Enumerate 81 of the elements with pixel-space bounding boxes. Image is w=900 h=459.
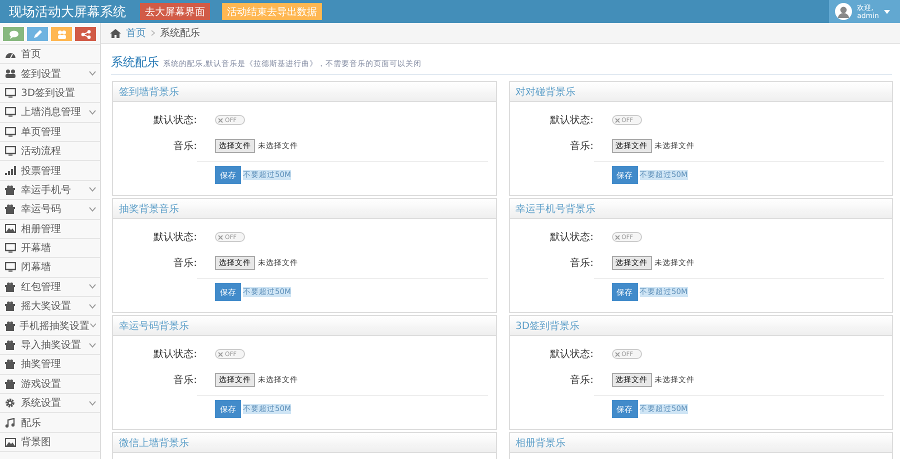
gift-icon <box>5 301 15 312</box>
sidebar-item[interactable]: 红包管理 <box>0 278 100 298</box>
gift-icon <box>5 340 15 350</box>
shortcut-button[interactable] <box>75 27 96 41</box>
sidebar-item[interactable]: 游戏设置 <box>0 374 100 394</box>
field-label: 音乐: <box>569 374 594 387</box>
sidebar-item[interactable]: 导入抽奖设置 <box>0 336 100 356</box>
monitor-icon <box>5 88 16 98</box>
image-icon <box>5 438 16 446</box>
gift-icon <box>5 184 15 195</box>
breadcrumb-current: 系统配乐 <box>160 26 200 40</box>
image-icon <box>5 224 16 234</box>
caret-icon <box>884 10 890 14</box>
sidebar-item[interactable]: 幸运手机号 <box>0 180 100 200</box>
close-icon <box>614 352 620 356</box>
sidebar-item[interactable]: 单页管理 <box>0 122 100 142</box>
home-icon <box>110 28 121 38</box>
sidebar-item[interactable]: 抽奖管理 <box>0 355 100 375</box>
pencil-icon <box>33 30 42 38</box>
gift-icon <box>5 204 15 214</box>
sidebar-item[interactable]: 签到设置 <box>0 64 100 84</box>
sidebar-item[interactable]: 幸运号码 <box>0 200 100 220</box>
sidebar-item[interactable]: 系统设置 <box>0 394 100 414</box>
field-label: 默认状态: <box>549 230 594 244</box>
close-icon <box>218 352 223 356</box>
page-title: 系统配乐 <box>111 54 159 71</box>
save-button[interactable]: 保存 <box>215 400 241 418</box>
chat-icon <box>8 30 18 38</box>
avatar-icon <box>835 3 852 20</box>
sidebar-item[interactable]: 手机摇抽奖设置 <box>0 316 100 336</box>
save-button[interactable]: 保存 <box>215 283 241 301</box>
sidebar-item[interactable]: 投票管理 <box>0 161 100 181</box>
shortcut-button[interactable] <box>3 27 24 41</box>
signal-bars-icon <box>5 166 16 176</box>
field-label: 默认状态: <box>549 114 594 127</box>
sidebar-item[interactable]: 摇大奖设置 <box>0 297 100 316</box>
header-button[interactable]: 去大屏幕界面 <box>140 3 210 20</box>
sidebar-item[interactable]: 开幕墙 <box>0 238 100 258</box>
shortcut-button[interactable] <box>51 27 72 41</box>
gift-icon <box>5 320 15 331</box>
save-button[interactable]: 保存 <box>612 400 638 418</box>
gift-icon <box>5 282 15 292</box>
sidebar-item[interactable]: 首页 <box>0 45 100 64</box>
save-button[interactable]: 保存 <box>215 166 241 184</box>
monitor-icon <box>5 146 16 156</box>
monitor-icon <box>5 126 16 137</box>
sidebar-item[interactable]: 3D签到设置 <box>0 84 100 104</box>
shortcut-button[interactable] <box>27 27 48 41</box>
field-label: 音乐: <box>172 374 197 387</box>
close-icon <box>614 118 620 122</box>
sidebar-item[interactable]: 闭幕墙 <box>0 258 100 278</box>
field-label: 音乐: <box>172 256 197 270</box>
field-label: 音乐: <box>569 140 594 153</box>
field-label: 默认状态: <box>549 348 594 361</box>
music-icon <box>5 418 15 428</box>
app-title: 现场活动大屏幕系统 <box>8 4 126 20</box>
field-label: 音乐: <box>569 256 594 270</box>
chevron-icon <box>151 30 155 36</box>
sidebar-item[interactable]: 活动流程 <box>0 142 100 162</box>
field-label: 默认状态: <box>152 230 197 244</box>
close-icon <box>218 234 223 240</box>
monitor-icon <box>5 243 16 254</box>
settings-icon <box>5 398 15 408</box>
gift-icon <box>5 359 15 370</box>
save-button[interactable]: 保存 <box>612 283 638 301</box>
save-button[interactable]: 保存 <box>612 166 638 184</box>
share-icon <box>80 30 90 38</box>
sidebar-item[interactable]: 上墙消息管理 <box>0 103 100 123</box>
monitor-icon <box>5 262 16 272</box>
close-icon <box>218 118 223 122</box>
sidebar-item[interactable]: 相册管理 <box>0 220 100 239</box>
users-icon <box>56 30 66 38</box>
sidebar-item[interactable]: 配乐 <box>0 413 100 433</box>
users-icon <box>5 69 16 78</box>
close-icon <box>614 234 620 240</box>
field-label: 默认状态: <box>152 114 197 127</box>
gift-icon <box>5 378 15 389</box>
field-label: 默认状态: <box>152 348 197 361</box>
sidebar-item[interactable]: 背景图 <box>0 432 100 452</box>
monitor-icon <box>5 107 16 118</box>
field-label: 音乐: <box>172 140 197 153</box>
